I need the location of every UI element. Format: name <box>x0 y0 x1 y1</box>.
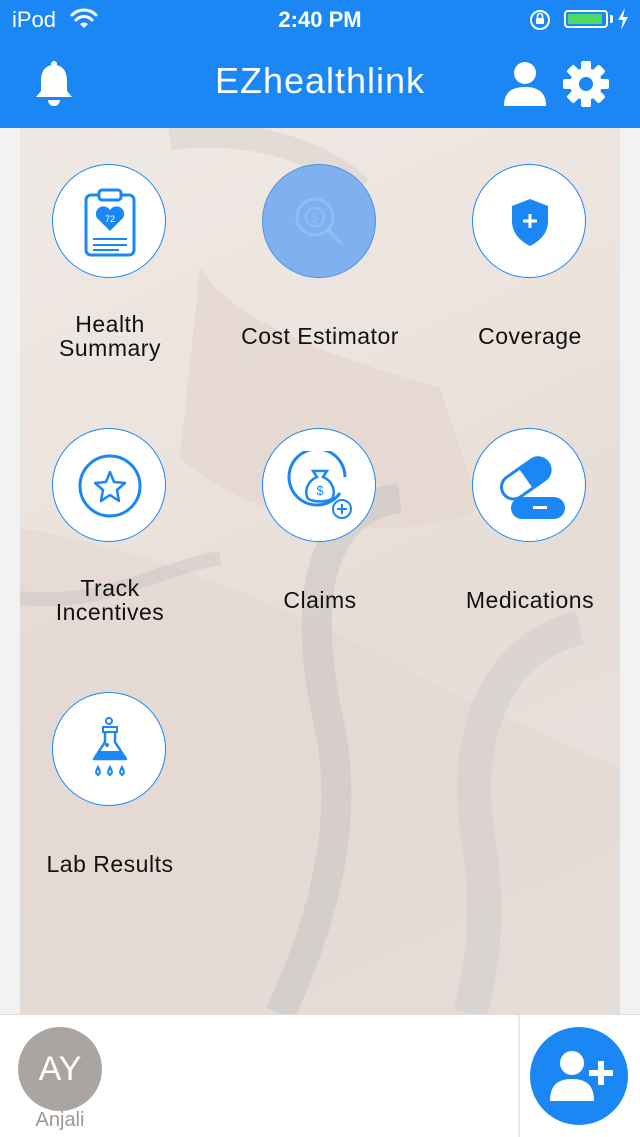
svg-text:$: $ <box>312 211 319 225</box>
gear-icon[interactable] <box>562 60 610 113</box>
tile-claims[interactable]: $ Claims <box>215 392 425 632</box>
tile-label: Cost Estimator <box>241 323 399 349</box>
status-bar: iPod 2:40 PM <box>0 0 640 40</box>
tile-icon-circle: $ <box>262 164 376 278</box>
tile-icon-circle <box>52 428 166 542</box>
tile-label: Health Summary <box>59 311 161 361</box>
avatar-initials: AY <box>38 1050 82 1088</box>
tile-lab-results[interactable]: Lab Results <box>20 656 215 896</box>
orientation-lock-icon <box>528 8 552 38</box>
user-icon[interactable] <box>502 60 548 113</box>
clipboard-heart-icon: 72 <box>84 188 136 257</box>
health-score-badge: 72 <box>105 214 115 224</box>
svg-text:$: $ <box>316 483 324 498</box>
tile-medications[interactable]: Medications <box>425 392 620 632</box>
add-user-icon <box>550 1051 613 1101</box>
pill-capsule-icon <box>500 456 565 519</box>
flask-icon <box>92 717 128 777</box>
dashboard-grid: 72 Health Summary $ Cost Estimator Cover… <box>20 128 620 1014</box>
battery-level <box>568 14 602 24</box>
tile-icon-circle <box>472 164 586 278</box>
divider <box>518 1015 520 1137</box>
tile-label: Medications <box>465 587 595 613</box>
tile-health-summary[interactable]: 72 Health Summary <box>20 128 215 368</box>
battery-tip <box>610 15 613 23</box>
tile-label: Claims <box>283 587 357 613</box>
money-bag-icon: $ <box>287 451 352 519</box>
charging-bolt-icon <box>616 7 630 37</box>
tile-label: Coverage <box>478 323 582 349</box>
cost-search-icon: $ <box>295 197 343 245</box>
tile-cost-estimator[interactable]: $ Cost Estimator <box>215 128 425 368</box>
tile-track-incentives[interactable]: Track Incentives <box>20 392 215 632</box>
battery-icon <box>564 10 608 28</box>
avatar[interactable]: AY <box>18 1027 102 1111</box>
tile-label: Track Incentives <box>55 575 165 625</box>
tile-coverage[interactable]: Coverage <box>425 128 620 368</box>
tile-label: Lab Results <box>46 851 174 877</box>
add-user-button[interactable] <box>530 1027 628 1125</box>
tile-icon-circle: $ <box>262 428 376 542</box>
avatar-name: Anjali <box>35 1109 85 1131</box>
tile-icon-circle: 72 <box>52 164 166 278</box>
shield-plus-icon <box>512 199 548 246</box>
bottom-bar: AY Anjali <box>0 1014 640 1137</box>
tile-icon-circle <box>472 428 586 542</box>
header: EZhealthlink <box>0 40 640 128</box>
star-icon <box>78 454 142 518</box>
tile-icon-circle <box>52 692 166 806</box>
